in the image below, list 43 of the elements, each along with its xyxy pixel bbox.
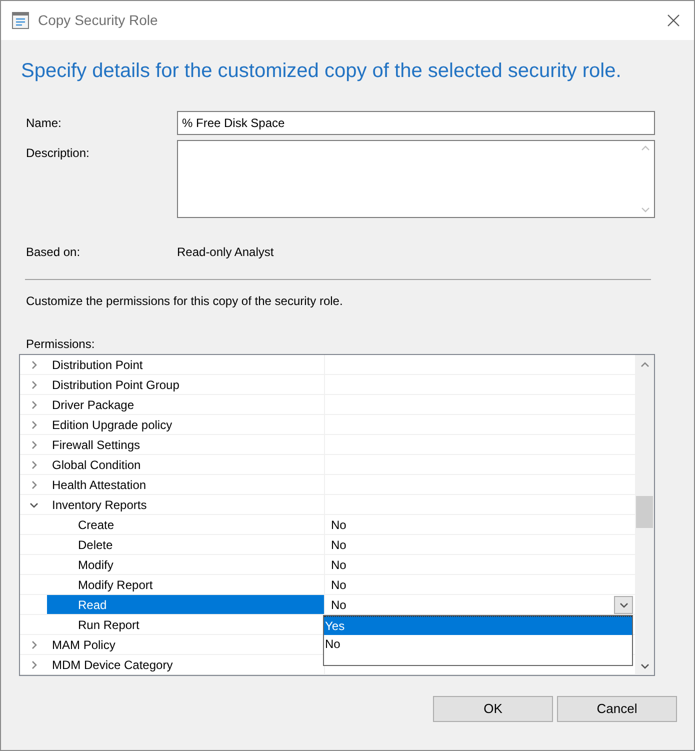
scrollbar[interactable]: [635, 355, 654, 675]
name-label: Name:: [26, 115, 62, 132]
permission-value: No: [331, 536, 346, 554]
permission-name[interactable]: Read: [47, 595, 325, 614]
permission-name[interactable]: Distribution Point: [47, 355, 325, 374]
window-icon: [12, 12, 29, 29]
permission-name[interactable]: MAM Policy: [47, 635, 325, 654]
based-on-value: Read-only Analyst: [177, 244, 274, 261]
ok-button[interactable]: OK: [433, 696, 553, 722]
permission-name[interactable]: Inventory Reports: [47, 495, 325, 514]
permissions-label: Permissions:: [25, 336, 96, 353]
permission-name[interactable]: Firewall Settings: [47, 435, 325, 454]
permission-name[interactable]: Distribution Point Group: [47, 375, 325, 394]
permission-name[interactable]: Delete: [47, 535, 325, 554]
permission-name[interactable]: Modify Report: [47, 575, 325, 594]
permission-name[interactable]: Driver Package: [47, 395, 325, 414]
dropdown-option[interactable]: Yes: [324, 616, 632, 635]
dropdown-button[interactable]: [614, 596, 633, 614]
permission-name[interactable]: Create: [47, 515, 325, 534]
cancel-button[interactable]: Cancel: [557, 696, 677, 722]
description-field[interactable]: [177, 140, 655, 218]
dropdown-caret-icon[interactable]: [618, 600, 628, 610]
permission-name[interactable]: Run Report: [47, 615, 325, 634]
permission-name[interactable]: MDM Device Category: [47, 655, 325, 674]
based-on-label: Based on:: [26, 244, 82, 261]
permission-value: No: [331, 556, 346, 574]
permission-name[interactable]: Global Condition: [47, 455, 325, 474]
permission-value: No: [331, 516, 346, 534]
permission-value: No: [331, 596, 346, 614]
dialog-heading: Specify details for the customized copy of the selected security role.: [20, 59, 622, 84]
permission-value: No: [331, 576, 346, 594]
scroll-up-icon[interactable]: [640, 360, 650, 370]
scroll-up-icon[interactable]: [641, 145, 650, 151]
permission-name[interactable]: Health Attestation: [47, 475, 325, 494]
description-label: Description:: [26, 145, 90, 162]
permission-name[interactable]: Modify: [47, 555, 325, 574]
close-icon[interactable]: [667, 14, 680, 27]
instructions-text: Customize the permissions for this copy of the security role.: [25, 293, 344, 310]
dropdown-option[interactable]: No: [324, 635, 632, 654]
name-field[interactable]: % Free Disk Space: [177, 111, 655, 135]
window-title: Copy Security Role: [38, 11, 159, 30]
scrollbar-thumb[interactable]: [636, 496, 653, 528]
permission-name[interactable]: Edition Upgrade policy: [47, 415, 325, 434]
